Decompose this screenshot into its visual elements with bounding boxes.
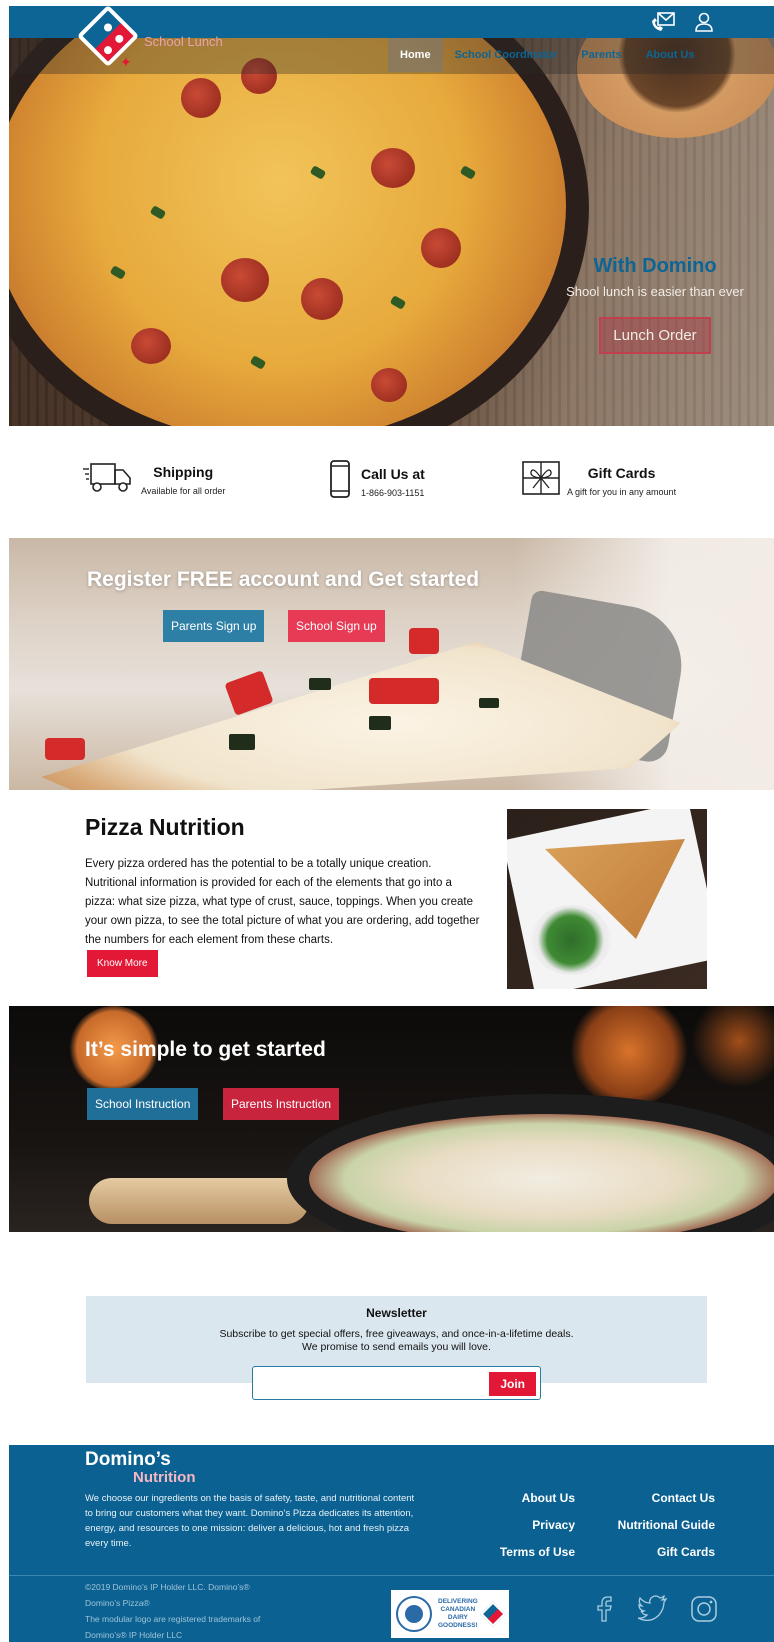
newsletter-line1: Subscribe to get special offers, free gi… — [219, 1328, 574, 1340]
footer-divider — [9, 1575, 774, 1576]
register-banner: Register FREE account and Get started Pa… — [9, 538, 774, 790]
hero-cta: With Domino Shool lunch is easier than e… — [540, 255, 770, 354]
footer-brand: Domino’s — [85, 1449, 171, 1470]
school-sign-up-button[interactable]: School Sign up — [288, 610, 385, 642]
footer-link-privacy[interactable]: Privacy — [495, 1518, 575, 1532]
food-image — [309, 1114, 774, 1232]
footer-link-contact-us[interactable]: Contact Us — [609, 1491, 715, 1505]
user-icon[interactable] — [694, 11, 714, 33]
feature-sub: A gift for you in any amount — [567, 486, 677, 497]
top-icons — [650, 11, 714, 33]
know-more-button[interactable]: Know More — [87, 950, 158, 977]
footer-brand-sub: Nutrition — [133, 1469, 196, 1486]
feature-sub: Available for all order — [141, 485, 226, 496]
nutrition-heading: Pizza Nutrition — [85, 814, 245, 840]
pizza-plate-image — [507, 809, 707, 989]
social-links — [594, 1594, 718, 1628]
feature-sub: 1-866-903-1151 — [361, 487, 425, 498]
mail-phone-icon[interactable] — [650, 11, 676, 33]
pizza-image — [9, 38, 566, 426]
features-strip: Shipping Available for all order Call Us… — [9, 426, 774, 538]
badge-text: DELIVERING CANADIAN DAIRY GOODNESS! — [438, 1598, 478, 1629]
newsletter-form: Join — [252, 1366, 541, 1400]
hero-banner — [9, 38, 774, 426]
logo[interactable]: Domino’s School Lunch ✦ — [76, 4, 244, 70]
footer-link-nutritional-guide[interactable]: Nutritional Guide — [589, 1518, 715, 1532]
maple-leaf-icon: ✦ — [120, 54, 132, 70]
lunch-order-button[interactable]: Lunch Order — [599, 317, 711, 354]
nav-item-about-us[interactable]: About Us — [634, 38, 707, 72]
phone-icon — [329, 460, 351, 503]
email-input[interactable] — [259, 1373, 479, 1393]
footer-copyright: ©2019 Domino’s IP Holder LLC. Domino’s® … — [85, 1582, 261, 1640]
truck-icon — [83, 460, 133, 499]
nav-item-home[interactable]: Home — [388, 38, 443, 72]
get-started-banner: It’s simple to get started School Instru… — [9, 1006, 774, 1232]
join-button[interactable]: Join — [489, 1372, 536, 1396]
canadian-dairy-badge: DELIVERING CANADIAN DAIRY GOODNESS! — [391, 1590, 509, 1638]
footer-link-about-us[interactable]: About Us — [495, 1491, 575, 1505]
logo-brand: Domino’s — [142, 10, 230, 32]
feature-gift-cards: Gift Cards A gift for you in any amount — [521, 460, 676, 501]
logo-sub: School Lunch — [144, 34, 223, 49]
feature-title: Shipping — [153, 463, 214, 480]
facebook-icon[interactable] — [594, 1595, 616, 1628]
footer-link-gift-cards[interactable]: Gift Cards — [609, 1545, 715, 1559]
footer: Domino’s Nutrition We choose our ingredi… — [9, 1445, 774, 1642]
newsletter-line2: We promise to send emails you will love. — [302, 1341, 491, 1353]
get-started-heading: It’s simple to get started — [85, 1038, 326, 1061]
newsletter-title: Newsletter — [366, 1306, 427, 1320]
instagram-icon[interactable] — [690, 1595, 718, 1628]
footer-about-text: We choose our ingredients on the basis o… — [85, 1493, 415, 1549]
hero-heading: With Domino — [593, 255, 717, 277]
gift-icon — [521, 460, 561, 501]
nutrition-section: Pizza Nutrition Every pizza ordered has … — [9, 790, 774, 1006]
domino-mini-icon — [480, 1601, 506, 1627]
pan-handle-image — [89, 1178, 309, 1224]
feature-shipping: Shipping Available for all order — [83, 460, 225, 499]
nutrition-body: Every pizza ordered has the potential to… — [85, 858, 480, 946]
parents-instruction-button[interactable]: Parents Instruction — [223, 1088, 340, 1120]
feature-title: Call Us at — [361, 465, 425, 482]
twitter-icon[interactable] — [637, 1594, 668, 1628]
nav-item-school-coordinator[interactable]: School Coordinator — [443, 38, 570, 72]
dairy-seal-icon — [396, 1596, 432, 1632]
feature-title: Gift Cards — [587, 464, 656, 481]
nav-item-parents[interactable]: Parents — [569, 38, 633, 72]
school-instruction-button[interactable]: School Instruction — [87, 1088, 199, 1120]
feature-call: Call Us at 1-866-903-1151 — [329, 460, 425, 503]
parents-sign-up-button[interactable]: Parents Sign up — [163, 610, 265, 642]
main-nav: Home School Coordinator Parents About Us — [388, 38, 706, 72]
hero-subtext: Shool lunch is easier than ever — [566, 284, 744, 299]
register-heading: Register FREE account and Get started — [87, 568, 480, 591]
footer-link-terms-of-use[interactable]: Terms of Use — [485, 1545, 575, 1559]
